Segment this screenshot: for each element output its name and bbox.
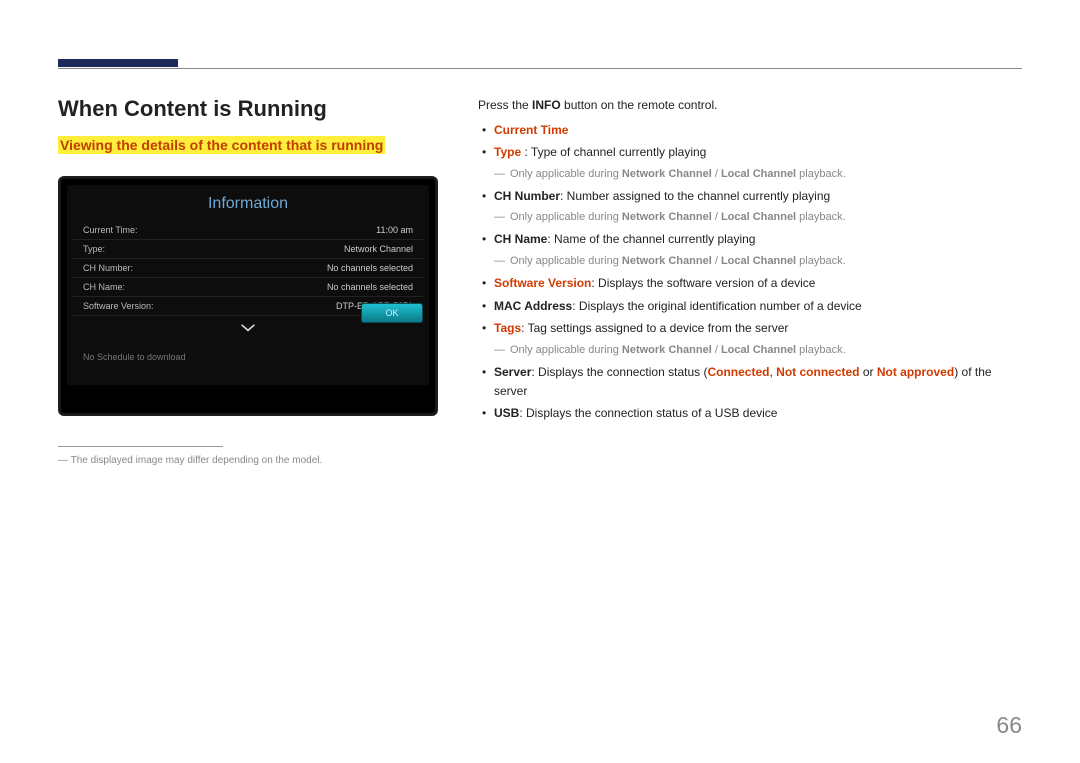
sub-note: Only applicable during Network Channel /… <box>478 209 1022 226</box>
info-value: No channels selected <box>327 282 413 292</box>
item-sw-desc: : Displays the software version of a dev… <box>591 276 815 290</box>
subtitle-highlight: Viewing the details of the content that … <box>58 136 385 154</box>
list-item: Type : Type of channel currently playing <box>478 143 1022 162</box>
right-column: Press the INFO button on the remote cont… <box>478 96 1022 723</box>
list-item: USB: Displays the connection status of a… <box>478 404 1022 423</box>
definition-list: Server: Displays the connection status (… <box>478 363 1022 423</box>
item-usb-label: USB <box>494 406 519 420</box>
item-type-label: Type <box>494 145 521 159</box>
intro-prefix: Press the <box>478 98 532 112</box>
list-item: Server: Displays the connection status (… <box>478 363 1022 400</box>
item-usb-desc: : Displays the connection status of a US… <box>519 406 777 420</box>
footnote: ― The displayed image may differ dependi… <box>58 455 448 466</box>
info-label: Type: <box>83 244 105 254</box>
ok-button[interactable]: OK <box>361 303 423 323</box>
header-accent-bar <box>58 59 178 67</box>
device-screenshot: Information Current Time: 11:00 am Type:… <box>58 176 438 416</box>
info-row: CH Number: No channels selected <box>73 259 423 278</box>
item-tags-desc: : Tag settings assigned to a device from… <box>521 321 788 335</box>
section-title: When Content is Running <box>58 96 448 122</box>
left-column: When Content is Running Viewing the deta… <box>58 96 448 723</box>
item-type-desc: : Type of channel currently playing <box>521 145 706 159</box>
sub-note: Only applicable during Network Channel /… <box>478 253 1022 270</box>
intro-line: Press the INFO button on the remote cont… <box>478 96 1022 115</box>
server-not-connected: Not connected <box>776 365 859 379</box>
info-value: Network Channel <box>344 244 413 254</box>
item-mac-label: MAC Address <box>494 299 572 313</box>
definition-list: Current Time Type : Type of channel curr… <box>478 121 1022 162</box>
item-chname-desc: : Name of the channel currently playing <box>547 232 755 246</box>
item-chnum-label: CH Number <box>494 189 560 203</box>
device-screen: Information Current Time: 11:00 am Type:… <box>67 185 429 385</box>
footnote-rule <box>58 446 223 447</box>
sub-note: Only applicable during Network Channel /… <box>478 166 1022 183</box>
item-mac-desc: : Displays the original identification n… <box>572 299 862 313</box>
list-item: CH Number: Number assigned to the channe… <box>478 187 1022 206</box>
item-chnum-desc: : Number assigned to the channel current… <box>560 189 830 203</box>
list-item: Current Time <box>478 121 1022 140</box>
info-value: No channels selected <box>327 263 413 273</box>
sub-note: Only applicable during Network Channel /… <box>478 342 1022 359</box>
info-label: Current Time: <box>83 225 138 235</box>
item-sw-label: Software Version <box>494 276 591 290</box>
item-chname-label: CH Name <box>494 232 547 246</box>
item-tags-label: Tags <box>494 321 521 335</box>
header-rule <box>58 68 1022 69</box>
footnote-text: The displayed image may differ depending… <box>71 455 323 466</box>
definition-list: CH Name: Name of the channel currently p… <box>478 230 1022 249</box>
info-row: CH Name: No channels selected <box>73 278 423 297</box>
item-current-time: Current Time <box>494 123 568 137</box>
intro-bold: INFO <box>532 98 561 112</box>
item-server-label: Server <box>494 365 531 379</box>
definition-list: Software Version: Displays the software … <box>478 274 1022 338</box>
server-not-approved: Not approved <box>877 365 954 379</box>
info-value: 11:00 am <box>376 225 413 235</box>
list-item: CH Name: Name of the channel currently p… <box>478 230 1022 249</box>
info-label: CH Number: <box>83 263 133 273</box>
ok-panel: OK <box>361 303 423 323</box>
server-connected: Connected <box>707 365 769 379</box>
page-content: When Content is Running Viewing the deta… <box>58 96 1022 723</box>
info-panel-title: Information <box>73 191 423 221</box>
item-server-pre: : Displays the connection status ( <box>531 365 707 379</box>
info-label: Software Version: <box>83 301 154 311</box>
list-item: Software Version: Displays the software … <box>478 274 1022 293</box>
no-schedule-text: No Schedule to download <box>73 342 423 362</box>
list-item: MAC Address: Displays the original ident… <box>478 297 1022 316</box>
definition-list: CH Number: Number assigned to the channe… <box>478 187 1022 206</box>
intro-suffix: button on the remote control. <box>561 98 718 112</box>
page-number: 66 <box>996 712 1022 739</box>
info-label: CH Name: <box>83 282 125 292</box>
info-row: Current Time: 11:00 am <box>73 221 423 240</box>
info-row: Type: Network Channel <box>73 240 423 259</box>
list-item: Tags: Tag settings assigned to a device … <box>478 319 1022 338</box>
